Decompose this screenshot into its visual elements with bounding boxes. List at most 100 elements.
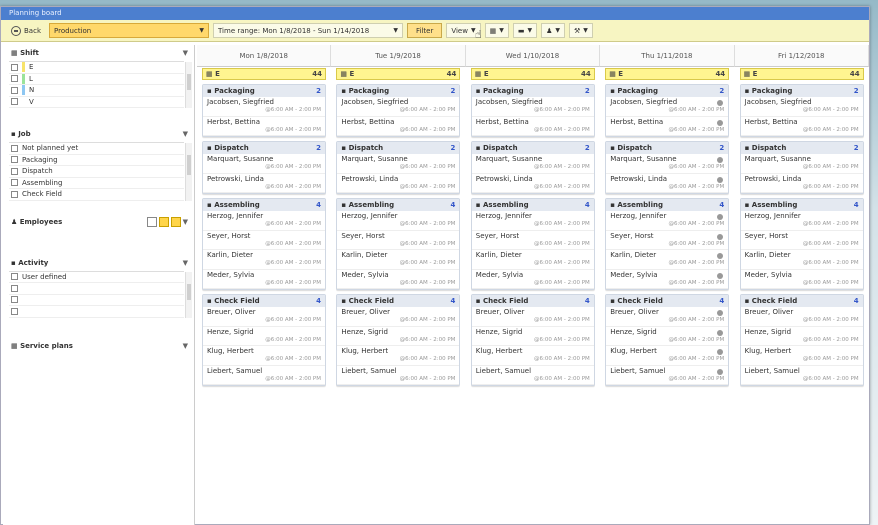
checkbox[interactable] — [11, 156, 18, 164]
employee-assignment[interactable]: Jacobsen, Siegfried @6:00 AM - 2:00 PM — [203, 97, 325, 117]
shift-bar[interactable]: ▦ E 44 — [336, 68, 461, 80]
service-plans-section-header[interactable]: ▦ Service plans ▼ — [3, 338, 194, 354]
employee-assignment[interactable]: Herbst, Bettina @6:00 AM - 2:00 PM — [740, 117, 863, 136]
employee-assignment[interactable]: Karlin, Dieter @6:00 AM - 2:00 PM — [606, 250, 729, 270]
employee-assignment[interactable]: Breuer, Oliver @6:00 AM - 2:00 PM — [203, 307, 325, 327]
employee-assignment[interactable]: Marquart, Susanne @6:00 AM - 2:00 PM — [203, 154, 325, 174]
employee-assignment[interactable]: Klug, Herbert @6:00 AM - 2:00 PM — [203, 346, 325, 366]
employee-assignment[interactable]: Herzog, Jennifer @6:00 AM - 2:00 PM — [337, 211, 460, 231]
employee-assignment[interactable]: Herzog, Jennifer @6:00 AM - 2:00 PM — [203, 211, 325, 231]
employee-assignment[interactable]: Liebert, Samuel @6:00 AM - 2:00 PM — [471, 366, 594, 385]
employee-assignment[interactable]: Karlin, Dieter @6:00 AM - 2:00 PM — [203, 250, 325, 270]
employee-assignment[interactable]: Breuer, Oliver @6:00 AM - 2:00 PM — [337, 307, 460, 327]
employee-assignment[interactable]: Seyer, Horst @6:00 AM - 2:00 PM — [740, 231, 863, 250]
employee-assignment[interactable]: Petrowski, Linda @6:00 AM - 2:00 PM — [203, 174, 325, 193]
employee-assignment[interactable]: Seyer, Horst @6:00 AM - 2:00 PM — [337, 231, 460, 250]
employee-assignment[interactable]: Seyer, Horst @6:00 AM - 2:00 PM — [471, 231, 594, 250]
employee-assignment[interactable]: Seyer, Horst @6:00 AM - 2:00 PM — [606, 231, 729, 250]
employee-arrow-icon[interactable] — [170, 216, 181, 227]
checkbox[interactable] — [11, 284, 18, 292]
unit-select[interactable]: Production ▼ — [49, 23, 209, 38]
job-item[interactable]: Not planned yet — [9, 143, 184, 155]
employee-assignment[interactable]: Klug, Herbert @6:00 AM - 2:00 PM — [471, 346, 594, 366]
shift-item[interactable]: L — [9, 73, 184, 85]
employee-assignment[interactable]: Henze, Sigrid @6:00 AM - 2:00 PM — [203, 327, 325, 346]
employee-assignment[interactable]: Herzog, Jennifer @6:00 AM - 2:00 PM — [606, 211, 729, 231]
employee-assignment[interactable]: Seyer, Horst @6:00 AM - 2:00 PM — [203, 231, 325, 250]
job-card[interactable]: ▪ Packaging 2 Jacobsen, Siegfried @6:00 AM … — [605, 84, 730, 137]
employee-assignment[interactable]: Meder, Sylvia @6:00 AM - 2:00 PM — [203, 270, 325, 289]
job-card[interactable]: ▪ Dispatch 2 Marquart, Susanne @6:00 AM - 2… — [336, 141, 461, 194]
job-card[interactable]: ▪ Dispatch 2 Marquart, Susanne @6:00 AM - 2… — [470, 141, 595, 194]
job-card-header[interactable]: ▪ Check Field 4 — [337, 295, 460, 307]
checkbox[interactable] — [11, 167, 18, 175]
job-card[interactable]: ▪ Check Field 4 Breuer, Oliver @6:00 AM - 2… — [739, 294, 864, 386]
employee-assignment[interactable]: Klug, Herbert @6:00 AM - 2:00 PM — [740, 346, 863, 366]
checkbox[interactable] — [11, 63, 18, 71]
job-item[interactable]: Check Field — [9, 189, 184, 201]
activity-item[interactable] — [9, 283, 184, 295]
checkbox[interactable] — [11, 144, 18, 152]
employee-assignment[interactable]: Breuer, Oliver @6:00 AM - 2:00 PM — [606, 307, 729, 327]
job-item[interactable]: Dispatch — [9, 166, 184, 178]
shift-bar[interactable]: ▦ E 44 — [605, 68, 730, 80]
time-range-field[interactable]: Time range: Mon 1/8/2018 - Sun 1/14/2018… — [213, 23, 403, 38]
shift-bar[interactable]: ▦ E 44 — [202, 68, 326, 80]
job-card[interactable]: ▪ Dispatch 2 Marquart, Susanne @6:00 AM - 2… — [202, 141, 326, 194]
checkbox[interactable] — [11, 98, 18, 106]
checkbox[interactable] — [11, 273, 18, 281]
employee-assignment[interactable]: Henze, Sigrid @6:00 AM - 2:00 PM — [740, 327, 863, 346]
job-card-header[interactable]: ▪ Packaging 2 — [337, 85, 460, 97]
checkbox[interactable] — [11, 190, 18, 198]
job-card-header[interactable]: ▪ Check Field 4 — [740, 295, 863, 307]
job-card[interactable]: ▪ Check Field 4 Breuer, Oliver @6:00 AM - 2… — [470, 294, 595, 386]
job-card[interactable]: ▪ Assembling 4 Herzog, Jennifer @6:00 AM - … — [470, 198, 595, 290]
scrollbar-thumb[interactable] — [187, 155, 191, 176]
employee-assignment[interactable]: Breuer, Oliver @6:00 AM - 2:00 PM — [471, 307, 594, 327]
job-card[interactable]: ▪ Check Field 4 Breuer, Oliver @6:00 AM - 2… — [605, 294, 730, 386]
job-card-header[interactable]: ▪ Assembling 4 — [740, 199, 863, 211]
employee-assignment[interactable]: Henze, Sigrid @6:00 AM - 2:00 PM — [337, 327, 460, 346]
job-item[interactable]: Assembling — [9, 178, 184, 189]
job-card-header[interactable]: ▪ Assembling 4 — [471, 199, 594, 211]
calendar-button[interactable]: ▦ ▼ — [484, 23, 509, 38]
checkbox[interactable] — [11, 179, 18, 187]
employee-assignment[interactable]: Karlin, Dieter @6:00 AM - 2:00 PM — [740, 250, 863, 270]
employee-assignment[interactable]: Jacobsen, Siegfried @6:00 AM - 2:00 PM — [740, 97, 863, 117]
scrollbar-thumb[interactable] — [187, 74, 191, 91]
job-card-header[interactable]: ▪ Dispatch 2 — [606, 142, 729, 154]
employee-assignment[interactable]: Karlin, Dieter @6:00 AM - 2:00 PM — [337, 250, 460, 270]
employee-assignment[interactable]: Jacobsen, Siegfried @6:00 AM - 2:00 PM — [337, 97, 460, 117]
back-button[interactable]: Back — [7, 23, 45, 38]
employee-assignment[interactable]: Meder, Sylvia @6:00 AM - 2:00 PM — [337, 270, 460, 289]
employee-assignment[interactable]: Herzog, Jennifer @6:00 AM - 2:00 PM — [471, 211, 594, 231]
employee-assignment[interactable]: Herzog, Jennifer @6:00 AM - 2:00 PM — [740, 211, 863, 231]
employee-assignment[interactable]: Henze, Sigrid @6:00 AM - 2:00 PM — [606, 327, 729, 346]
employee-assignment[interactable]: Herbst, Bettina @6:00 AM - 2:00 PM — [203, 117, 325, 136]
job-card-header[interactable]: ▪ Check Field 4 — [606, 295, 729, 307]
shift-item[interactable]: V — [9, 97, 184, 108]
employee-assignment[interactable]: Meder, Sylvia @6:00 AM - 2:00 PM — [740, 270, 863, 289]
employee-assignment[interactable]: Petrowski, Linda @6:00 AM - 2:00 PM — [471, 174, 594, 193]
layout-button[interactable]: ▬ ▼ — [512, 23, 538, 38]
job-card-header[interactable]: ▪ Assembling 4 — [606, 199, 729, 211]
tools-button[interactable]: ⚒ ▼ — [569, 23, 593, 38]
employee-assignment[interactable]: Henze, Sigrid @6:00 AM - 2:00 PM — [471, 327, 594, 346]
job-card-header[interactable]: ▪ Check Field 4 — [203, 295, 325, 307]
shift-item[interactable]: N — [9, 85, 184, 97]
job-card[interactable]: ▪ Assembling 4 Herzog, Jennifer @6:00 AM - … — [202, 198, 326, 290]
job-card[interactable]: ▪ Check Field 4 Breuer, Oliver @6:00 AM - 2… — [202, 294, 326, 386]
job-card[interactable]: ▪ Packaging 2 Jacobsen, Siegfried @6:00 AM … — [336, 84, 461, 137]
job-card-header[interactable]: ▪ Dispatch 2 — [471, 142, 594, 154]
job-card[interactable]: ▪ Packaging 2 Jacobsen, Siegfried @6:00 AM … — [739, 84, 864, 137]
job-card[interactable]: ▪ Check Field 4 Breuer, Oliver @6:00 AM - 2… — [336, 294, 461, 386]
employee-assignment[interactable]: Marquart, Susanne @6:00 AM - 2:00 PM — [740, 154, 863, 174]
shift-scrollbar[interactable] — [185, 62, 192, 108]
job-scrollbar[interactable] — [185, 143, 192, 201]
shift-section-header[interactable]: ▦ Shift ▼ — [3, 45, 194, 61]
job-card-header[interactable]: ▪ Check Field 4 — [471, 295, 594, 307]
job-card-header[interactable]: ▪ Packaging 2 — [606, 85, 729, 97]
filter-button[interactable]: Filter — [407, 23, 443, 38]
job-card-header[interactable]: ▪ Packaging 2 — [740, 85, 863, 97]
job-card-header[interactable]: ▪ Packaging 2 — [471, 85, 594, 97]
